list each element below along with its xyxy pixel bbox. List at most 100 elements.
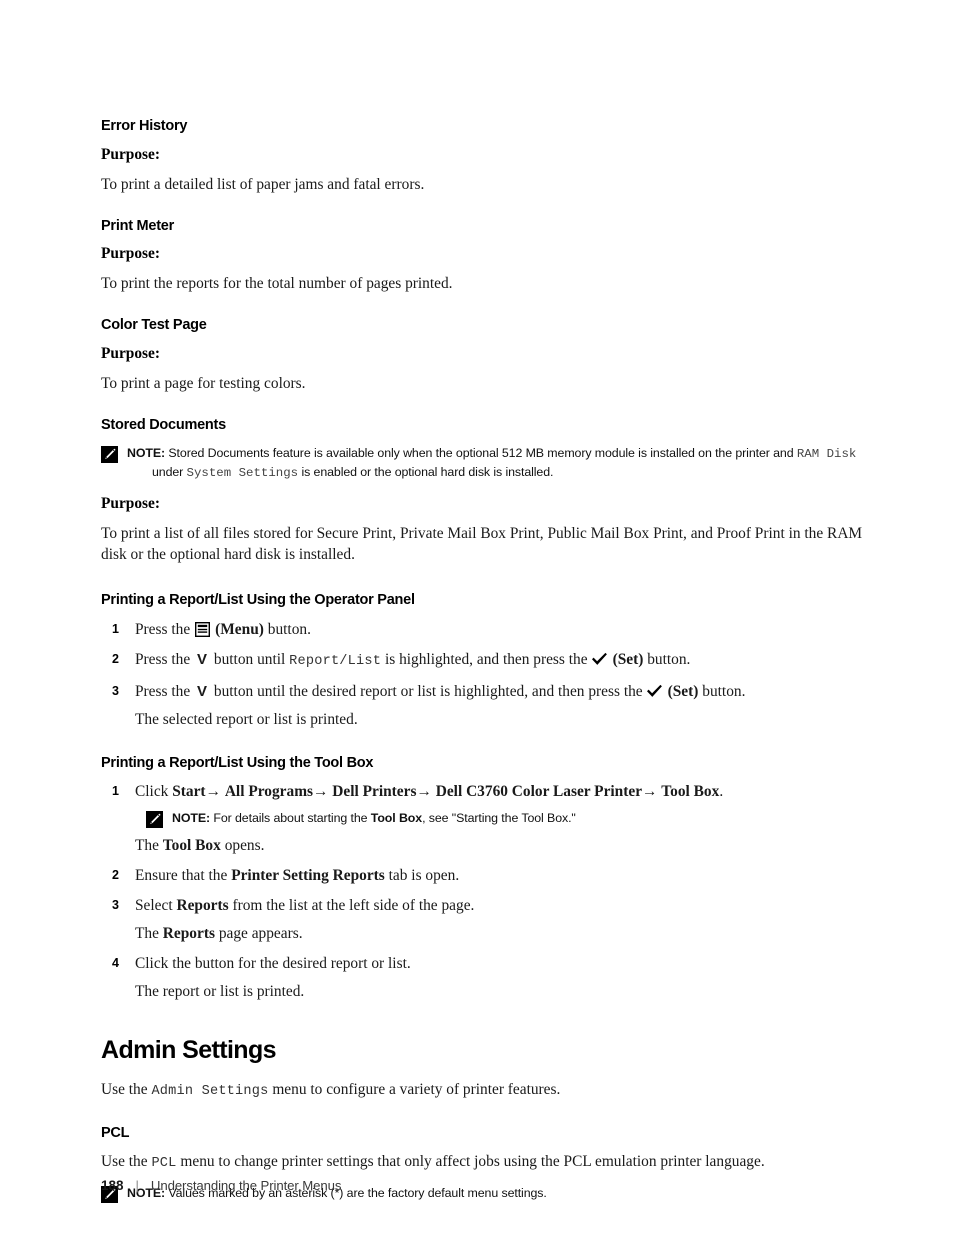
note-label: NOTE: (127, 446, 166, 461)
breadcrumb-start: Start (172, 783, 206, 801)
intro-mono-admin-settings: Admin Settings (151, 1083, 269, 1099)
note-bold-tool-box: Tool Box (370, 811, 423, 826)
step-text-post: from the list at the left side of the pa… (232, 897, 475, 915)
step-text-mid2: is highlighted, and then press the (384, 650, 588, 668)
step-text: Press the V button until Report/List is … (135, 649, 863, 672)
menu-button-icon (195, 621, 211, 637)
section-heading-error-history: Error History (101, 118, 188, 134)
step-item: 1 Press the (Menu) button. (101, 619, 863, 640)
step-number: 1 (112, 784, 119, 799)
breadcrumb-dell-printers: Dell Printers (332, 783, 417, 801)
note-pencil-icon (146, 811, 163, 829)
step-item: 2 Press the V button until Report/List i… (101, 649, 863, 672)
step-text: Press the V button until the desired rep… (135, 681, 863, 702)
section-heading-tool-box: Printing a Report/List Using the Tool Bo… (101, 754, 374, 771)
step-result-text: The Reports page appears. (135, 923, 863, 944)
steps-operator-panel: 1 Press the (Menu) button. 2 Press the V (101, 619, 863, 730)
section-heading-color-test-page: Color Test Page (101, 317, 207, 334)
step-text: Click the button for the desired report … (135, 955, 411, 973)
step-text-bold: (Set) (612, 650, 644, 668)
check-set-icon (591, 652, 608, 667)
intro-text-pcl: Use the PCL menu to change printer setti… (101, 1152, 863, 1173)
note-body: NOTE: For details about starting the Too… (172, 810, 863, 828)
footer-chapter-title: Understanding the Printer Menus (150, 1178, 342, 1193)
step-bold-printer-setting-reports: Printer Setting Reports (231, 867, 385, 885)
step-text: Press the (Menu) button. (135, 619, 863, 640)
note-label: NOTE: (172, 811, 211, 826)
step-number: 4 (112, 956, 119, 971)
purpose-text-print-meter: To print the reports for the total numbe… (101, 275, 453, 293)
note-stored-documents: NOTE: Stored Documents feature is availa… (101, 445, 863, 483)
intro-pre: Use the (101, 1080, 148, 1098)
section-heading-print-meter: Print Meter (101, 217, 174, 234)
section-heading-stored-documents: Stored Documents (101, 416, 226, 433)
breadcrumb-period: . (719, 783, 724, 801)
intro-pre: Use the (101, 1153, 148, 1171)
step-result-text: The selected report or list is printed. (135, 710, 358, 728)
step-result-bold: Reports (162, 925, 215, 943)
step-text-mid: button until (213, 650, 286, 668)
breadcrumb-printer-model: Dell C3760 Color Laser Printer (435, 783, 643, 801)
step-item: 3 Press the V button until the desired r… (101, 681, 863, 730)
step-text: Select Reports from the list at the left… (135, 895, 863, 916)
breadcrumb-tool-box: Tool Box (661, 783, 720, 801)
arrow-icon: → (205, 783, 221, 801)
document-page: Error History Purpose: To print a detail… (101, 118, 863, 1203)
step-result-pre: The (135, 837, 159, 855)
step-text-bold: (Menu) (215, 620, 264, 638)
step-text-pre: Press the (135, 650, 191, 668)
step-number: 1 (112, 621, 119, 636)
step-number: 3 (112, 683, 119, 698)
breadcrumb-all-programs: All Programs (224, 783, 314, 801)
section-heading-pcl: PCL (101, 1125, 130, 1142)
step-text: Click Start→ All Programs→ Dell Printers… (135, 781, 863, 802)
purpose-label-print-meter: Purpose: (101, 245, 160, 263)
step-mono-report-list: Report/List (289, 653, 382, 669)
note-text-part2: under (152, 465, 184, 480)
note-text-part1: Stored Documents feature is available on… (168, 446, 794, 461)
intro-post: menu to change printer settings that onl… (180, 1153, 765, 1171)
note-text-part2: , see "Starting the Tool Box." (422, 811, 576, 826)
note-tool-box: NOTE: For details about starting the Too… (135, 810, 863, 829)
intro-text-admin-settings: Use the Admin Settings menu to configure… (101, 1080, 863, 1101)
step-text-post: tab is open. (388, 867, 460, 885)
footer-page-number: 188 (101, 1178, 124, 1193)
note-pencil-icon (101, 446, 118, 464)
step-number: 2 (112, 651, 119, 666)
purpose-text-color-test-page: To print a page for testing colors. (101, 374, 306, 392)
page-footer: 188 | Understanding the Printer Menus (101, 1178, 341, 1193)
note-mono-system-settings: System Settings (186, 466, 299, 481)
step-text-pre: Ensure that the (135, 867, 228, 885)
step-text-pre: Select (135, 897, 173, 915)
step-result-post: page appears. (218, 925, 303, 943)
note-mono-ram-disk: RAM Disk (796, 447, 857, 462)
step-text-post: button. (267, 620, 311, 638)
down-arrow-glyph: V (197, 682, 208, 700)
step-item: 4 Click the button for the desired repor… (101, 953, 863, 1002)
footer-separator: | (135, 1178, 139, 1193)
step-item: 3 Select Reports from the list at the le… (101, 895, 863, 944)
step-text-post: button. (647, 650, 691, 668)
note-body: NOTE: Stored Documents feature is availa… (127, 445, 863, 483)
step-result-bold: Tool Box (162, 837, 221, 855)
section-heading-operator-panel: Printing a Report/List Using the Operato… (101, 592, 415, 609)
step-result-pre: The (135, 925, 159, 943)
note-text-part3: is enabled or the optional hard disk is … (301, 465, 554, 480)
intro-mono-pcl: PCL (151, 1156, 177, 1172)
step-text: Ensure that the Printer Setting Reports … (135, 865, 863, 886)
arrow-icon: → (313, 783, 329, 801)
step-text-pre: Press the (135, 682, 191, 700)
purpose-label-stored-documents: Purpose: (101, 495, 160, 513)
step-bold-reports: Reports (176, 897, 229, 915)
purpose-label-error-history: Purpose: (101, 145, 160, 163)
steps-tool-box: 1 Click Start→ All Programs→ Dell Printe… (101, 781, 863, 1002)
step-text-post: button. (702, 682, 746, 700)
step-text-bold: (Set) (667, 682, 699, 700)
arrow-icon: → (642, 783, 658, 801)
step-result-text: The report or list is printed. (135, 983, 305, 1001)
down-arrow-glyph: V (197, 650, 208, 668)
step-text-mid: button until the desired report or list … (213, 682, 643, 700)
step-text-pre: Press the (135, 620, 191, 638)
check-set-icon (646, 684, 663, 699)
step-number: 3 (112, 898, 119, 913)
